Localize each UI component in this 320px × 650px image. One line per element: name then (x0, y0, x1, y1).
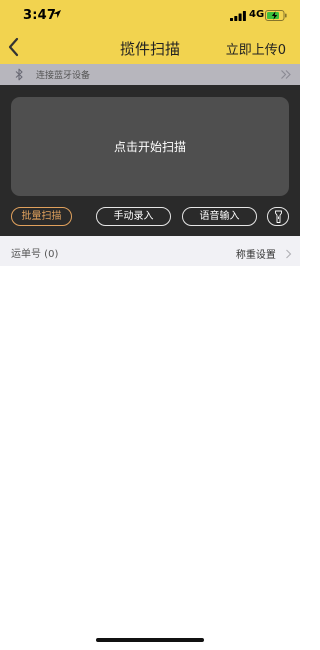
back-chevron-icon[interactable] (6, 37, 22, 57)
weight-setting-button[interactable]: 称重设置 (235, 243, 292, 261)
start-scan-box[interactable]: 点击开始扫描 (11, 97, 289, 196)
flashlight-icon (275, 210, 282, 223)
signal-icon (230, 11, 246, 21)
waybill-list-header: 运单号 (0) 称重设置 (0, 236, 300, 266)
status-bar: 3:47 4G (0, 0, 300, 32)
weight-setting-label: 称重设置 (235, 250, 276, 261)
batch-scan-button[interactable]: 批量扫描 (11, 207, 72, 226)
voice-input-button[interactable]: 语音输入 (182, 207, 257, 226)
manual-entry-button[interactable]: 手动录入 (96, 207, 171, 226)
location-arrow-icon (53, 10, 61, 18)
network-type: 4G (249, 9, 265, 20)
flashlight-button[interactable] (267, 207, 289, 226)
nav-bar: 揽件扫描 立即上传0 (0, 32, 300, 64)
bluetooth-connect-bar[interactable]: 连接蓝牙设备 (0, 64, 300, 85)
scan-area: 点击开始扫描 批量扫描 手动录入 语音输入 (0, 85, 300, 236)
battery-charging-icon (265, 10, 287, 21)
waybill-count-label: 运单号 (0) (11, 249, 59, 260)
home-indicator (96, 638, 204, 642)
upload-now-button[interactable]: 立即上传0 (226, 39, 286, 58)
header: 3:47 4G 揽件扫描 立即上传0 (0, 0, 300, 64)
bluetooth-icon (15, 68, 23, 81)
bluetooth-connect-label: 连接蓝牙设备 (36, 71, 91, 81)
start-scan-label: 点击开始扫描 (113, 140, 186, 154)
double-chevron-right-icon (281, 70, 291, 79)
chevron-right-icon (286, 249, 292, 258)
